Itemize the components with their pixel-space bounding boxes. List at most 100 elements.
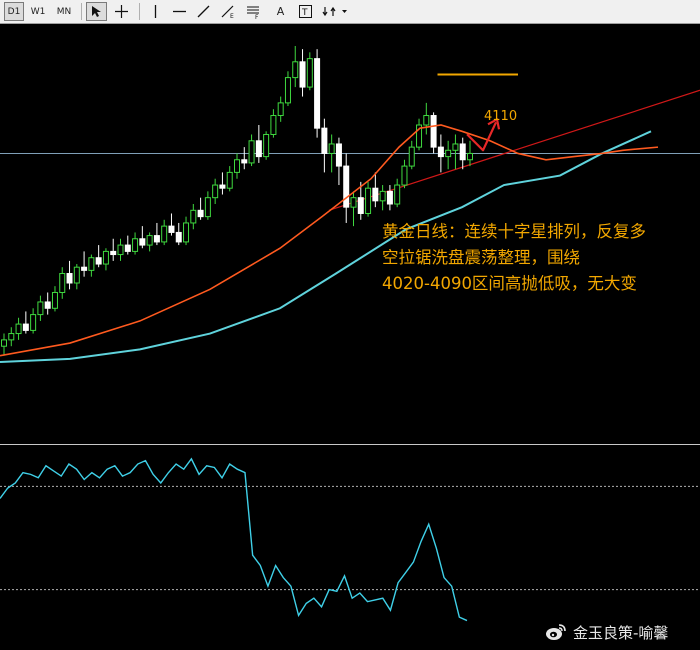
bullish-candle — [88, 254, 95, 277]
bullish-candle — [212, 178, 219, 204]
bullish-candle — [401, 159, 408, 189]
svg-text:F: F — [255, 14, 259, 19]
candle-body — [270, 115, 277, 135]
bearish-candle — [168, 213, 175, 236]
candle-body — [124, 244, 131, 252]
bullish-candle — [416, 118, 423, 151]
bullish-candle — [452, 134, 459, 170]
candle-body — [328, 143, 335, 154]
bearish-candle — [22, 311, 29, 334]
bullish-candle — [350, 191, 357, 227]
candle-body — [386, 190, 393, 205]
candle-body — [343, 165, 350, 208]
candle-body — [255, 140, 262, 158]
fibonacci-icon[interactable]: E — [218, 2, 239, 21]
bearish-candle — [430, 112, 437, 154]
text-label-icon[interactable]: T — [295, 2, 316, 21]
bearish-candle — [386, 185, 393, 211]
candle-body — [379, 190, 386, 202]
candle-body — [190, 209, 197, 224]
bearish-candle — [321, 118, 328, 173]
candle-body — [30, 314, 37, 331]
candle-body — [95, 257, 102, 265]
bullish-candle — [102, 248, 109, 271]
bearish-candle — [219, 172, 226, 195]
horizontal-line-icon[interactable] — [169, 2, 190, 21]
candle-body — [263, 133, 270, 158]
candle-body — [306, 58, 313, 88]
candle-body — [219, 184, 226, 189]
bullish-candle — [408, 140, 415, 170]
bullish-candle — [379, 185, 386, 211]
bullish-candle — [15, 317, 22, 340]
text-icon[interactable]: A — [270, 2, 291, 21]
arrows-icon[interactable] — [319, 2, 351, 21]
candle-body — [459, 143, 466, 161]
candle-body — [51, 291, 58, 309]
period-d1-button[interactable]: D1 — [4, 2, 24, 21]
svg-text:T: T — [301, 8, 308, 18]
candle-body — [335, 143, 342, 167]
vertical-line-icon[interactable] — [145, 2, 166, 21]
bullish-candle — [204, 191, 211, 220]
candle-body — [88, 257, 95, 271]
channel-icon[interactable]: F — [243, 2, 264, 21]
bullish-candle — [132, 232, 139, 255]
period-w1-button[interactable]: W1 — [27, 2, 49, 21]
toolbar-separator — [81, 3, 82, 20]
chart-toolbar: D1 W1 MN E F A T — [0, 0, 700, 24]
candle-body — [430, 115, 437, 148]
candle-body — [175, 231, 182, 243]
candle-body — [132, 238, 139, 252]
bearish-candle — [124, 235, 131, 255]
bullish-candle — [394, 178, 401, 208]
candle-body — [241, 159, 248, 164]
bullish-candle — [37, 295, 44, 321]
bullish-candle — [117, 238, 124, 261]
bearish-candle — [153, 222, 160, 246]
bullish-candle — [270, 109, 277, 138]
cursor-icon[interactable] — [86, 2, 107, 21]
trendline-icon[interactable] — [193, 2, 214, 21]
crosshair-icon[interactable] — [111, 2, 132, 21]
bearish-candle — [299, 49, 306, 97]
price-chart[interactable] — [0, 24, 700, 650]
candle-body — [81, 266, 88, 271]
candle-body — [423, 115, 430, 126]
bullish-candle — [292, 46, 299, 88]
bullish-candle — [328, 134, 335, 173]
candle-body — [110, 250, 117, 256]
bounce-arrow — [466, 121, 497, 152]
candle-body — [445, 149, 452, 158]
svg-text:E: E — [230, 13, 234, 19]
bearish-candle — [95, 245, 102, 268]
bullish-candle — [423, 102, 430, 135]
annotation-line: 黄金日线：连续十字星排列，反复多 — [382, 222, 646, 241]
candle-body — [59, 273, 66, 293]
bearish-candle — [175, 222, 182, 246]
annotation-line: 4020-4090区间高抛低吸，无大变 — [382, 274, 637, 293]
bullish-candle — [51, 286, 58, 312]
bullish-candle — [248, 134, 255, 167]
bearish-candle — [372, 172, 379, 208]
oscillator-line — [0, 457, 468, 622]
candle-body — [365, 187, 372, 214]
bearish-candle — [44, 292, 51, 315]
bullish-candle — [306, 52, 313, 91]
bullish-candle — [161, 219, 168, 246]
candle-body — [161, 225, 168, 243]
bullish-candle — [234, 153, 240, 179]
candle-body — [117, 244, 124, 256]
candle-body — [401, 165, 408, 186]
candle-body — [66, 273, 73, 284]
watermark: 金玉良策-喻馨 — [545, 621, 668, 643]
analysis-annotation: 黄金日线：连续十字星排列，反复多 空拉锯洗盘震荡整理，围绕 4020-4090区… — [382, 219, 700, 297]
bearish-candle — [335, 137, 342, 186]
candle-body — [350, 197, 357, 208]
period-mn-button[interactable]: MN — [52, 2, 76, 21]
bearish-candle — [241, 147, 248, 170]
bullish-candle — [226, 166, 233, 192]
candle-body — [212, 184, 219, 199]
bullish-candle — [445, 140, 452, 170]
price-pane — [0, 46, 700, 363]
